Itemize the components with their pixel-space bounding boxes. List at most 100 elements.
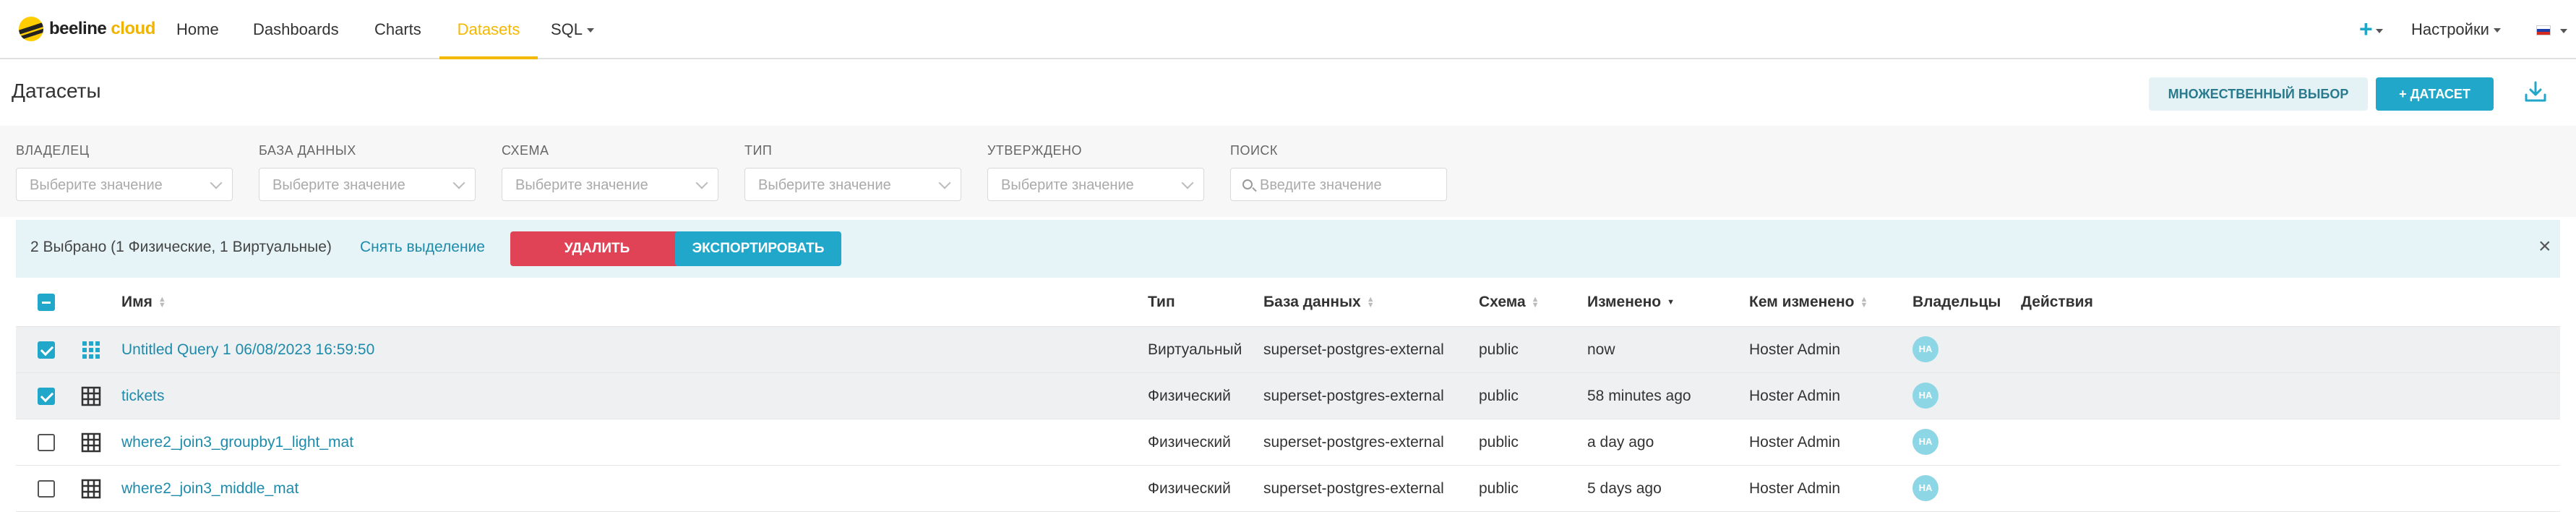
nav-sql-menu[interactable]: SQL	[551, 0, 595, 59]
col-changed-label: Изменено	[1587, 294, 1662, 310]
bulk-actions-bar: 2 Выбрано (1 Физические, 1 Виртуальные) …	[16, 220, 2560, 278]
col-schema-label: Схема	[1479, 294, 1526, 310]
owner-select[interactable]: Выберите значение	[16, 168, 233, 201]
certified-filter-label: УТВЕРЖДЕНО	[987, 143, 1083, 158]
certified-placeholder: Выберите значение	[1001, 177, 1134, 193]
dataset-name-link[interactable]: tickets	[121, 388, 165, 405]
dataset-type: Физический	[1148, 434, 1231, 451]
table-row[interactable]: Untitled Query 1 06/08/2023 16:59:50 Вир…	[16, 327, 2560, 373]
add-dataset-button[interactable]: + ДАТАСЕТ	[2376, 77, 2494, 111]
certified-select[interactable]: Выберите значение	[987, 168, 1204, 201]
database-filter-label: БАЗА ДАННЫХ	[259, 143, 356, 158]
schema-filter-label: СХЕМА	[502, 143, 549, 158]
multi-select-button[interactable]: МНОЖЕСТВЕННЫЙ ВЫБОР	[2149, 77, 2368, 111]
sort-icon: ▲ ▼	[158, 295, 166, 310]
table-row[interactable]: where2_join3_middle_mat Физический super…	[16, 466, 2560, 512]
dataset-changed-by: Hoster Admin	[1749, 434, 1841, 451]
sort-desc-icon: ▼	[1667, 298, 1675, 307]
brand-logo[interactable]: beeline cloud	[19, 14, 155, 43]
type-filter-label: ТИП	[744, 143, 773, 158]
chevron-down-icon	[1181, 176, 1194, 189]
row-checkbox[interactable]	[38, 341, 55, 359]
search-input[interactable]	[1260, 174, 1441, 196]
dataset-type: Физический	[1148, 388, 1231, 404]
dataset-schema: public	[1479, 434, 1519, 451]
dataset-name-link[interactable]: where2_join3_middle_mat	[121, 480, 299, 498]
beeline-logo-icon	[19, 17, 43, 41]
chevron-down-icon	[938, 176, 951, 189]
physical-grid-icon	[81, 479, 101, 499]
nav-dashboards[interactable]: Dashboards	[253, 0, 339, 59]
dataset-changed-by: Hoster Admin	[1749, 388, 1841, 404]
col-type: Тип	[1148, 294, 1175, 310]
sort-icon: ▲ ▼	[1531, 295, 1540, 310]
chevron-down-icon	[452, 176, 465, 189]
nav-sql-label: SQL	[551, 20, 583, 38]
dataset-name-link[interactable]: Untitled Query 1 06/08/2023 16:59:50	[121, 341, 374, 359]
nav-charts[interactable]: Charts	[374, 0, 421, 59]
dataset-schema: public	[1479, 480, 1519, 497]
table-row[interactable]: tickets Физический superset-postgres-ext…	[16, 373, 2560, 419]
database-select[interactable]: Выберите значение	[259, 168, 476, 201]
chevron-down-icon	[695, 176, 708, 189]
table-row[interactable]: where2_join3_groupby1_light_mat Физическ…	[16, 419, 2560, 466]
dataset-changed: 58 minutes ago	[1587, 388, 1691, 404]
dataset-database: superset-postgres-external	[1263, 434, 1444, 451]
col-name-label: Имя	[121, 294, 153, 310]
download-icon[interactable]	[2523, 80, 2548, 104]
chevron-down-icon	[2375, 28, 2383, 33]
col-name[interactable]: Имя ▲ ▼	[121, 294, 166, 311]
type-filter: ТИП Выберите значение	[744, 143, 961, 201]
sort-icon: ▲ ▼	[1366, 295, 1375, 310]
dataset-changed-by: Hoster Admin	[1749, 480, 1841, 497]
avatar[interactable]: HA	[1912, 336, 1939, 362]
dataset-database: superset-postgres-external	[1263, 341, 1444, 358]
col-actions: Действия	[2021, 294, 2093, 310]
physical-grid-icon	[81, 386, 101, 406]
language-flag-icon[interactable]	[2536, 25, 2551, 35]
certified-filter: УТВЕРЖДЕНО Выберите значение	[987, 143, 1204, 201]
search-box	[1230, 168, 1447, 201]
avatar[interactable]: HA	[1912, 383, 1939, 409]
select-all-checkbox[interactable]	[38, 294, 55, 311]
settings-menu[interactable]: Настройки	[2411, 0, 2501, 59]
col-changed[interactable]: Изменено ▼	[1587, 294, 1675, 311]
top-navbar: beeline cloud Home Dashboards Charts Dat…	[0, 0, 2576, 59]
col-schema[interactable]: Схема ▲ ▼	[1479, 294, 1540, 311]
dataset-changed: 5 days ago	[1587, 480, 1662, 497]
avatar[interactable]: HA	[1912, 475, 1939, 501]
nav-datasets[interactable]: Datasets	[439, 0, 538, 59]
avatar[interactable]: HA	[1912, 429, 1939, 455]
schema-placeholder: Выберите значение	[515, 177, 648, 193]
close-icon[interactable]: ×	[2538, 236, 2551, 257]
col-database[interactable]: База данных ▲ ▼	[1263, 294, 1375, 311]
delete-button[interactable]: УДАЛИТЬ	[510, 231, 684, 266]
type-select[interactable]: Выберите значение	[744, 168, 961, 201]
row-checkbox[interactable]	[38, 434, 55, 451]
chevron-down-icon	[587, 28, 595, 33]
nav-home[interactable]: Home	[176, 0, 219, 59]
row-checkbox[interactable]	[38, 388, 55, 405]
owner-placeholder: Выберите значение	[30, 177, 163, 193]
search-filter: ПОИСК	[1230, 143, 1447, 201]
dataset-type: Виртуальный	[1148, 341, 1242, 358]
dataset-name-link[interactable]: where2_join3_groupby1_light_mat	[121, 434, 353, 451]
table-header: Имя ▲ ▼ Тип База данных ▲ ▼ Схема ▲ ▼ Изменено…	[16, 278, 2560, 327]
schema-select[interactable]: Выберите значение	[502, 168, 718, 201]
dataset-database: superset-postgres-external	[1263, 388, 1444, 404]
search-icon	[1242, 179, 1253, 189]
database-placeholder: Выберите значение	[272, 177, 405, 193]
dataset-changed: a day ago	[1587, 434, 1654, 451]
col-changed-by[interactable]: Кем изменено ▲ ▼	[1749, 294, 1868, 311]
row-checkbox[interactable]	[38, 480, 55, 498]
export-button[interactable]: ЭКСПОРТИРОВАТЬ	[675, 231, 841, 266]
chevron-down-icon[interactable]	[2560, 29, 2567, 33]
deselect-all-link[interactable]: Снять выделение	[360, 239, 485, 256]
chevron-down-icon	[210, 176, 223, 189]
dataset-changed-by: Hoster Admin	[1749, 341, 1841, 358]
col-owners: Владельцы	[1912, 294, 2001, 310]
new-item-plus-icon[interactable]: +	[2359, 17, 2383, 40]
search-filter-label: ПОИСК	[1230, 143, 1278, 158]
dataset-database: superset-postgres-external	[1263, 480, 1444, 497]
schema-filter: СХЕМА Выберите значение	[502, 143, 718, 201]
